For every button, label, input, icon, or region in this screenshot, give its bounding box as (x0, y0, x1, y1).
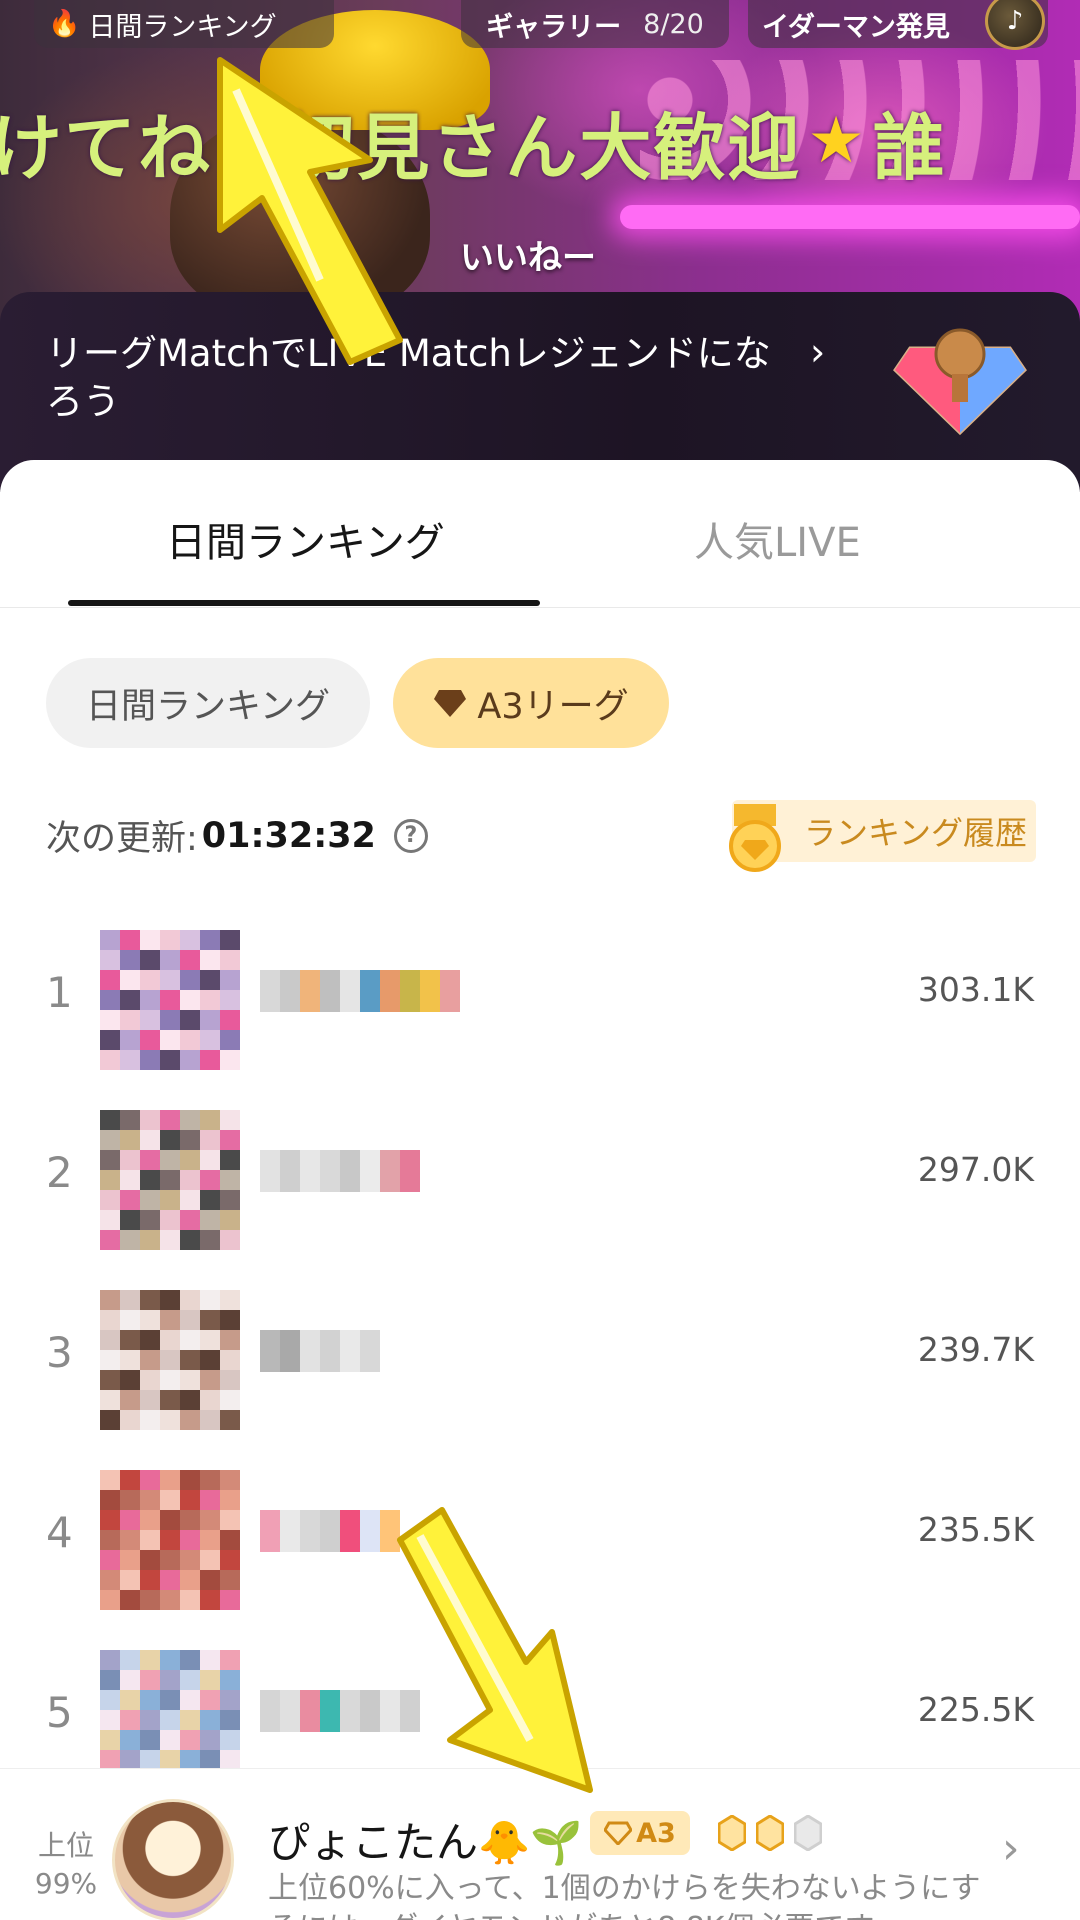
active-tab-indicator (68, 600, 540, 606)
neon-light (620, 205, 1080, 229)
my-rank-value: 99% (34, 1867, 98, 1900)
my-username: ぴょこたん🐥🌱 (268, 1818, 583, 1867)
chevron-right-icon[interactable]: › (1002, 1823, 1020, 1874)
rank-number: 2 (46, 1148, 73, 1197)
diamond-icon (604, 1821, 633, 1845)
arrow-down-icon (397, 1507, 593, 1793)
league-badge: A3 (590, 1811, 690, 1855)
username-blurred (260, 1330, 380, 1372)
my-rank-percent: 上位 99% (26, 1827, 106, 1903)
ranking-history-label: ランキング履歴 (804, 814, 1028, 852)
my-rank-description: 上位60%に入って、1個のかけらを失わないようにするには、ダイヤモンドがあと8.… (268, 1871, 981, 1920)
rank-score: 225.5K (917, 1690, 1034, 1729)
username-blurred (260, 1510, 400, 1552)
rank-score: 235.5K (917, 1510, 1034, 1549)
tab-popular-live[interactable]: 人気LIVE (694, 510, 861, 568)
next-update-row: 次の更新: 01:32:32 ? (46, 810, 428, 861)
username-blurred (260, 970, 460, 1012)
star-icon: ★ (807, 104, 867, 178)
next-update-time: 01:32:32 (201, 815, 376, 856)
daily-ranking-pill-label: 日間ランキング (88, 11, 277, 43)
gallery-count: 8/20 (643, 8, 704, 40)
ida-label: イダーマン発見 (762, 11, 950, 43)
shard-empty-icon (794, 1815, 822, 1851)
my-rank-label: 上位 (37, 1829, 94, 1862)
avatar[interactable] (100, 1290, 240, 1430)
arrow-up-icon (217, 57, 403, 365)
stream-marquee: けてね ★ 初見さん大歓迎 ★ 誰 (0, 96, 1080, 190)
tab-bar: 日間ランキング 人気LIVE (0, 460, 1080, 608)
ranking-row[interactable]: 3 239.7K (0, 1270, 1080, 1430)
shard-icon (718, 1815, 746, 1851)
avatar[interactable] (100, 1110, 240, 1250)
rank-number: 3 (46, 1328, 73, 1377)
rank-score: 239.7K (917, 1330, 1034, 1369)
daily-ranking-chip[interactable]: 日間ランキング (46, 658, 370, 748)
a3-league-chip[interactable]: A3リーグ (393, 658, 669, 748)
ranking-row[interactable]: 1 303.1K (0, 910, 1080, 1070)
username-blurred (260, 1150, 420, 1192)
rank-number: 5 (46, 1688, 73, 1737)
chevron-right-icon[interactable]: › (810, 330, 825, 374)
marquee-text-post: 誰 (872, 105, 947, 190)
diamond-trophy-icon (893, 328, 1027, 436)
tab-daily-ranking[interactable]: 日間ランキング (166, 510, 445, 568)
ranking-row[interactable]: 2 297.0K (0, 1090, 1080, 1250)
rank-score: 297.0K (917, 1150, 1034, 1189)
daily-ranking-pill[interactable]: 🔥 日間ランキング (34, 0, 334, 48)
avatar[interactable] (100, 1470, 240, 1610)
next-update-label: 次の更新: (46, 819, 198, 859)
gallery-label: ギャラリー (486, 11, 622, 43)
rank-score: 303.1K (917, 970, 1034, 1009)
league-badge-label: A3 (636, 1817, 676, 1849)
gallery-pill[interactable]: ギャラリー 8/20 (461, 0, 729, 48)
avatar[interactable] (100, 930, 240, 1070)
medal-icon (729, 804, 781, 872)
like-label: いいねー (460, 238, 596, 278)
rank-number: 4 (46, 1508, 73, 1557)
rank-number: 1 (46, 968, 73, 1017)
flame-icon: 🔥 (48, 9, 81, 39)
shard-icon (756, 1815, 784, 1851)
daily-ranking-chip-label: 日間ランキング (86, 686, 330, 727)
a3-league-chip-label: A3リーグ (477, 686, 629, 727)
avatar[interactable] (112, 1799, 234, 1920)
help-icon[interactable]: ? (393, 818, 428, 853)
diamond-icon (434, 690, 467, 717)
